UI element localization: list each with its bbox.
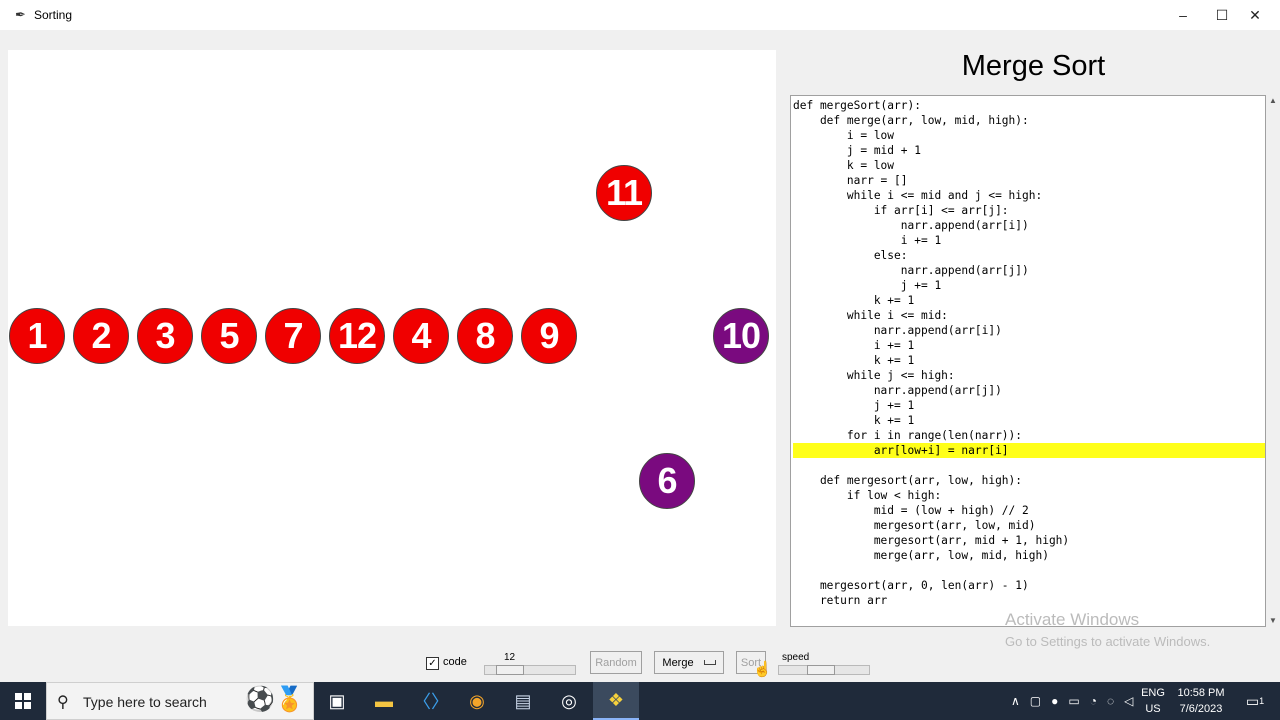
app-feather-icon: ✒ xyxy=(15,7,26,22)
scroll-up-icon[interactable]: ▲ xyxy=(1267,95,1279,107)
ball: 4 xyxy=(393,308,449,364)
code-line: def mergesort(arr, low, high): xyxy=(793,474,1023,487)
network-icon[interactable]: ▢ xyxy=(1030,694,1041,708)
search-placeholder: Type here to search xyxy=(83,694,207,710)
code-line: narr.append(arr[i]) xyxy=(793,219,1029,232)
microphone-icon[interactable]: ● xyxy=(1051,694,1058,708)
code-line: i += 1 xyxy=(793,234,942,247)
sort-canvas: 1 2 3 5 7 12 4 8 9 11 10 6 xyxy=(8,50,776,626)
code-line: def mergeSort(arr): xyxy=(793,99,921,112)
count-slider-handle[interactable] xyxy=(496,665,524,675)
taskbar-clock[interactable]: 10:58 PM 7/6/2023 xyxy=(1170,685,1232,717)
code-line: k += 1 xyxy=(793,354,915,367)
code-line: while j <= high: xyxy=(793,369,955,382)
system-tray: ∧ ▢ ● ▭ ◔ ◌ ◁ xyxy=(1006,682,1138,720)
menu-indicator-icon xyxy=(703,660,716,665)
activation-watermark-text: Go to Settings to activate Windows. xyxy=(1005,634,1211,649)
code-line: narr = [] xyxy=(793,174,908,187)
ball-active: 10 xyxy=(713,308,769,364)
ball: 9 xyxy=(521,308,577,364)
close-button[interactable]: ✕ xyxy=(1232,0,1278,30)
count-slider-value: 12 xyxy=(504,652,516,663)
code-line: j = mid + 1 xyxy=(793,144,921,157)
code-line: k += 1 xyxy=(793,294,915,307)
algorithm-menu-value: Merge xyxy=(662,656,694,669)
clock-date: 7/6/2023 xyxy=(1179,703,1223,715)
code-line: narr.append(arr[i]) xyxy=(793,324,1002,337)
windows-start-icon[interactable] xyxy=(0,682,46,720)
code-view[interactable]: def mergeSort(arr): def merge(arr, low, … xyxy=(790,95,1266,627)
browser-icon[interactable]: ◉ xyxy=(454,682,500,720)
code-line: j += 1 xyxy=(793,399,915,412)
code-line: else: xyxy=(793,249,908,262)
speed-label: speed xyxy=(782,652,810,663)
speaker-icon[interactable]: ◁ xyxy=(1124,694,1133,708)
code-line: if low < high: xyxy=(793,489,942,502)
code-line: while i <= mid and j <= high: xyxy=(793,189,1043,202)
ball: 12 xyxy=(329,308,385,364)
ball: 8 xyxy=(457,308,513,364)
code-checkbox[interactable]: ✓ xyxy=(426,657,439,670)
taskbar: ⚲ Type here to search ⚽🏅 ▣ ▬ 〈〉 ◉ ▤ ◎ ❖ … xyxy=(0,682,1280,720)
app-icon[interactable]: ▤ xyxy=(500,682,546,720)
code-line: k = low xyxy=(793,159,895,172)
ball: 1 xyxy=(9,308,65,364)
title-bar: ✒ Sorting – ☐ ✕ xyxy=(0,0,1280,30)
code-checkbox-label: code xyxy=(443,656,467,668)
vscode-icon[interactable]: 〈〉 xyxy=(408,682,454,720)
code-line: mergesort(arr, mid + 1, high) xyxy=(793,534,1070,547)
code-line: return arr xyxy=(793,594,888,607)
algorithm-title: Merge Sort xyxy=(961,50,1106,82)
search-highlight-icon: ⚽🏅 xyxy=(245,686,305,713)
chevron-up-icon[interactable]: ∧ xyxy=(1011,694,1020,708)
code-line-highlighted: arr[low+i] = narr[i] xyxy=(793,443,1265,458)
language-indicator[interactable]: ENG US xyxy=(1140,685,1166,717)
random-button[interactable]: Random xyxy=(590,651,642,674)
ball-active: 6 xyxy=(639,453,695,509)
ball: 5 xyxy=(201,308,257,364)
region-code: US xyxy=(1145,703,1161,715)
code-line: mid = (low + high) // 2 xyxy=(793,504,1029,517)
code-line: narr.append(arr[j]) xyxy=(793,384,1002,397)
ball: 7 xyxy=(265,308,321,364)
notification-count: 1 xyxy=(1259,696,1265,706)
window-title: Sorting xyxy=(34,8,73,22)
code-line: j += 1 xyxy=(793,279,942,292)
ball: 2 xyxy=(73,308,129,364)
taskbar-search[interactable]: ⚲ Type here to search ⚽🏅 xyxy=(46,682,314,720)
code-line: def merge(arr, low, mid, high): xyxy=(793,114,1029,127)
globe-icon[interactable]: ◌ xyxy=(1107,694,1114,708)
clock-time: 10:58 PM xyxy=(1177,687,1225,699)
code-line: i += 1 xyxy=(793,339,915,352)
code-scrollbar[interactable]: ▲ ▼ xyxy=(1267,95,1279,627)
algorithm-menu[interactable]: Merge xyxy=(654,651,724,674)
code-line: while i <= mid: xyxy=(793,309,948,322)
notification-icon[interactable]: ▭ 1 xyxy=(1232,682,1278,720)
file-explorer-icon[interactable]: ▬ xyxy=(361,682,407,720)
python-icon[interactable]: ❖ xyxy=(593,682,639,720)
code-line: merge(arr, low, mid, high) xyxy=(793,549,1049,562)
speed-slider-handle[interactable] xyxy=(807,665,835,675)
code-line: i = low xyxy=(793,129,895,142)
scroll-down-icon[interactable]: ▼ xyxy=(1267,615,1279,627)
code-line: narr.append(arr[j]) xyxy=(793,264,1029,277)
task-view-icon[interactable]: ▣ xyxy=(314,682,360,720)
search-icon: ⚲ xyxy=(57,694,69,711)
code-line: k += 1 xyxy=(793,414,915,427)
battery-icon[interactable]: ▭ xyxy=(1068,694,1079,708)
language-code: ENG xyxy=(1141,687,1165,699)
wifi-icon[interactable]: ◔ xyxy=(1090,694,1097,708)
recorder-icon[interactable]: ◎ xyxy=(546,682,592,720)
ball: 11 xyxy=(596,165,652,221)
code-line: mergesort(arr, low, mid) xyxy=(793,519,1036,532)
ball: 3 xyxy=(137,308,193,364)
activation-watermark-title: Activate Windows xyxy=(1005,610,1140,629)
code-line: if arr[i] <= arr[j]: xyxy=(793,204,1009,217)
mouse-cursor-icon: ☝ xyxy=(753,661,772,678)
code-line: mergesort(arr, 0, len(arr) - 1) xyxy=(793,579,1029,592)
code-line: for i in range(len(narr)): xyxy=(793,429,1023,442)
